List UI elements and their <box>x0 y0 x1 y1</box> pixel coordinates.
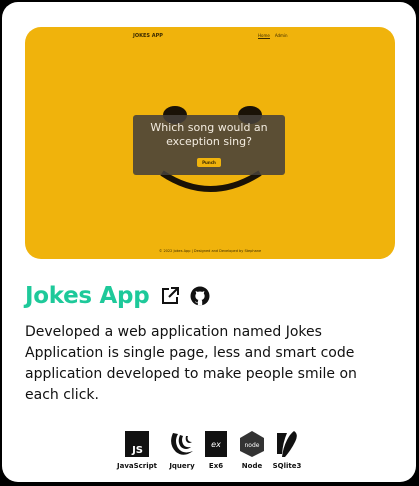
joke-card: Which song would an exception sing? Punc… <box>133 115 285 175</box>
svg-text:ex: ex <box>211 440 221 449</box>
joke-question: Which song would an exception sing? <box>150 121 268 148</box>
svg-text:node: node <box>245 442 260 449</box>
title-row: Jokes App <box>25 283 210 309</box>
github-icon[interactable] <box>190 286 210 306</box>
javascript-icon: JS <box>125 431 149 457</box>
project-card: JOKES APP Home Admin Which song would an… <box>2 2 416 482</box>
express-icon: ex <box>205 431 227 457</box>
project-preview-image[interactable]: JOKES APP Home Admin Which song would an… <box>25 27 395 259</box>
punch-button: Punch <box>197 158 221 167</box>
tech-javascript: JS JavaScript <box>112 430 162 470</box>
external-link-icon[interactable] <box>160 286 180 306</box>
tech-label: JavaScript <box>116 462 157 470</box>
project-description: Developed a web application named Jokes … <box>25 324 357 403</box>
preview-footer: © 2022 Jokes App | Designed and Develope… <box>158 249 262 253</box>
tech-stack: JS JavaScript Jquery ex Ex6 node Node SQ… <box>112 430 312 480</box>
svg-text:JS: JS <box>131 445 143 456</box>
tech-sqlite: SQlite3 <box>262 430 312 470</box>
project-title: Jokes App <box>25 283 150 309</box>
tech-label: SQlite3 <box>272 462 302 470</box>
sqlite-icon <box>277 431 297 457</box>
